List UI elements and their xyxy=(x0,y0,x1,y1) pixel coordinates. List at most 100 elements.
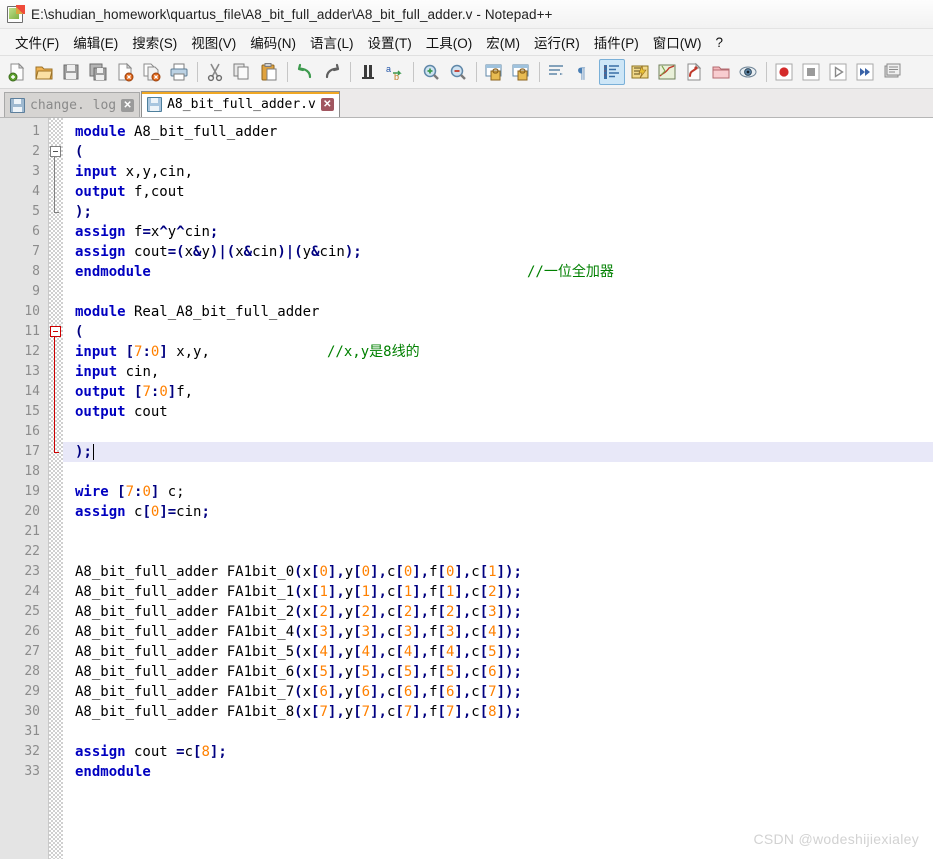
code-line[interactable]: A8_bit_full_adder FA1bit_5(x[4],y[4],c[4… xyxy=(75,642,522,662)
zoom-in-icon[interactable] xyxy=(419,60,443,84)
menu-macro[interactable]: 宏(M) xyxy=(479,29,527,55)
code-line[interactable]: input [7:0] x,y, xyxy=(75,342,210,362)
menu-encoding[interactable]: 编码(N) xyxy=(243,29,303,55)
code-token: [ xyxy=(437,604,446,620)
code-line[interactable]: input x,y,cin, xyxy=(75,162,193,182)
code-line[interactable]: assign cout =c[8]; xyxy=(75,742,227,762)
code-token: y xyxy=(344,604,354,620)
menu-search[interactable]: 搜索(S) xyxy=(125,29,184,55)
code-line[interactable]: A8_bit_full_adder FA1bit_0(x[0],y[0],c[0… xyxy=(75,562,522,582)
menu-tools[interactable]: 工具(O) xyxy=(419,29,480,55)
paste-icon[interactable] xyxy=(257,60,281,84)
code-line[interactable]: ( xyxy=(75,142,83,162)
code-token: = xyxy=(176,744,185,760)
play-macro-icon[interactable] xyxy=(826,60,850,84)
fold-marker-line-11[interactable] xyxy=(50,326,61,337)
code-line[interactable]: module Real_A8_bit_full_adder xyxy=(75,302,319,322)
code-line[interactable]: A8_bit_full_adder FA1bit_6(x[5],y[5],c[5… xyxy=(75,662,522,682)
record-macro-icon[interactable] xyxy=(772,60,796,84)
tab-close-icon[interactable]: ✕ xyxy=(320,98,334,111)
menu-edit[interactable]: 编辑(E) xyxy=(66,29,125,55)
code-line[interactable]: endmodule xyxy=(75,262,151,282)
user-defined-dialog-icon[interactable] xyxy=(628,60,652,84)
find-icon[interactable] xyxy=(356,60,380,84)
redo-icon[interactable] xyxy=(320,60,344,84)
code-line[interactable]: A8_bit_full_adder FA1bit_1(x[1],y[1],c[1… xyxy=(75,582,522,602)
code-token: [ xyxy=(353,664,362,680)
code-line[interactable]: A8_bit_full_adder FA1bit_4(x[3],y[3],c[3… xyxy=(75,622,522,642)
menu-window[interactable]: 窗口(W) xyxy=(646,29,709,55)
code-line[interactable]: ); xyxy=(75,202,92,222)
code-line[interactable]: ( xyxy=(75,322,83,342)
code-token: 8 xyxy=(488,704,497,720)
stop-macro-icon[interactable] xyxy=(799,60,823,84)
fold-marker-line-2[interactable] xyxy=(50,146,61,157)
copy-icon[interactable] xyxy=(230,60,254,84)
monitoring-icon[interactable] xyxy=(736,60,760,84)
new-file-icon[interactable] xyxy=(5,60,29,84)
undo-icon[interactable] xyxy=(293,60,317,84)
code-line[interactable]: assign f=x^y^cin; xyxy=(75,222,218,242)
cut-icon[interactable] xyxy=(203,60,227,84)
close-all-files-icon[interactable] xyxy=(140,60,164,84)
function-list-icon[interactable] xyxy=(682,60,706,84)
fold-margin[interactable] xyxy=(49,118,63,859)
code-token: module xyxy=(75,304,126,320)
code-line[interactable]: output cout xyxy=(75,402,168,422)
document-map-icon[interactable] xyxy=(655,60,679,84)
run-icon[interactable] xyxy=(880,60,904,84)
code-line[interactable]: assign cout=(x&y)|(x&cin)|(y&cin); xyxy=(75,242,362,262)
code-line[interactable]: ); xyxy=(75,442,92,462)
code-token: ], xyxy=(454,684,472,700)
line-number-gutter: 1 2 3 4 5 6 7 8 9 10 11 12 13 14 15 16 17 18 19 20 21 22 23 24 2… xyxy=(0,118,49,859)
menu-run[interactable]: 运行(R) xyxy=(527,29,587,55)
code-token: y xyxy=(344,564,354,580)
sync-horizontal-scroll-icon[interactable] xyxy=(509,60,533,84)
code-line[interactable]: endmodule xyxy=(75,762,151,782)
code-line[interactable]: A8_bit_full_adder FA1bit_2(x[2],y[2],c[2… xyxy=(75,602,522,622)
menu-language[interactable]: 语言(L) xyxy=(303,29,361,55)
code-token: ], xyxy=(370,644,387,660)
zoom-out-icon[interactable] xyxy=(446,60,470,84)
save-icon[interactable] xyxy=(59,60,83,84)
tab-change-log[interactable]: change. log ✕ xyxy=(4,92,141,117)
code-token: 1 xyxy=(361,584,371,600)
word-wrap-icon[interactable] xyxy=(545,60,569,84)
show-all-characters-icon[interactable]: ¶ xyxy=(572,60,596,84)
code-line[interactable]: wire [7:0] c; xyxy=(75,482,185,502)
code-token: ], xyxy=(327,664,345,680)
code-token: ], xyxy=(412,564,430,580)
code-line[interactable]: A8_bit_full_adder FA1bit_7(x[6],y[6],c[6… xyxy=(75,682,522,702)
editor-area[interactable]: 1 2 3 4 5 6 7 8 9 10 11 12 13 14 15 16 17 18 19 20 21 22 23 24 2… xyxy=(0,118,933,859)
open-file-icon[interactable] xyxy=(32,60,56,84)
menu-help[interactable]: ? xyxy=(708,32,730,53)
tab-close-icon[interactable]: ✕ xyxy=(121,98,135,112)
code-token: [ xyxy=(353,584,362,600)
code-token: A8_bit_full_adder FA1bit_5 xyxy=(75,644,295,660)
save-all-icon[interactable] xyxy=(86,60,110,84)
menu-view[interactable]: 视图(V) xyxy=(184,29,243,55)
show-indent-guide-icon[interactable] xyxy=(599,59,625,85)
run-macro-multiple-icon[interactable] xyxy=(853,60,877,84)
code-line[interactable]: output f,cout xyxy=(75,182,185,202)
replace-icon[interactable]: ab xyxy=(383,60,407,84)
close-file-icon[interactable] xyxy=(113,60,137,84)
code-line[interactable]: output [7:0]f, xyxy=(75,382,193,402)
code-area[interactable]: module A8_bit_full_adder(input x,y,cin, o… xyxy=(63,118,933,859)
code-line[interactable]: module A8_bit_full_adder xyxy=(75,122,277,142)
menu-settings[interactable]: 设置(T) xyxy=(361,29,419,55)
folder-as-workspace-icon[interactable] xyxy=(709,60,733,84)
menu-plugins[interactable]: 插件(P) xyxy=(587,29,646,55)
code-line[interactable]: input cin, xyxy=(75,362,159,382)
code-token: c xyxy=(471,624,480,640)
code-token: [ xyxy=(437,624,446,640)
print-icon[interactable] xyxy=(167,60,191,84)
tab-a8-bit-full-adder-v[interactable]: A8_bit_full_adder.v ✕ xyxy=(141,91,340,117)
code-token: f xyxy=(429,624,438,640)
code-line[interactable]: assign c[0]=cin; xyxy=(75,502,210,522)
code-token: ; xyxy=(201,504,210,520)
code-token: [ xyxy=(479,564,489,580)
code-line[interactable]: A8_bit_full_adder FA1bit_8(x[7],y[7],c[7… xyxy=(75,702,522,722)
sync-vertical-scroll-icon[interactable] xyxy=(482,60,506,84)
menu-file[interactable]: 文件(F) xyxy=(8,29,66,55)
